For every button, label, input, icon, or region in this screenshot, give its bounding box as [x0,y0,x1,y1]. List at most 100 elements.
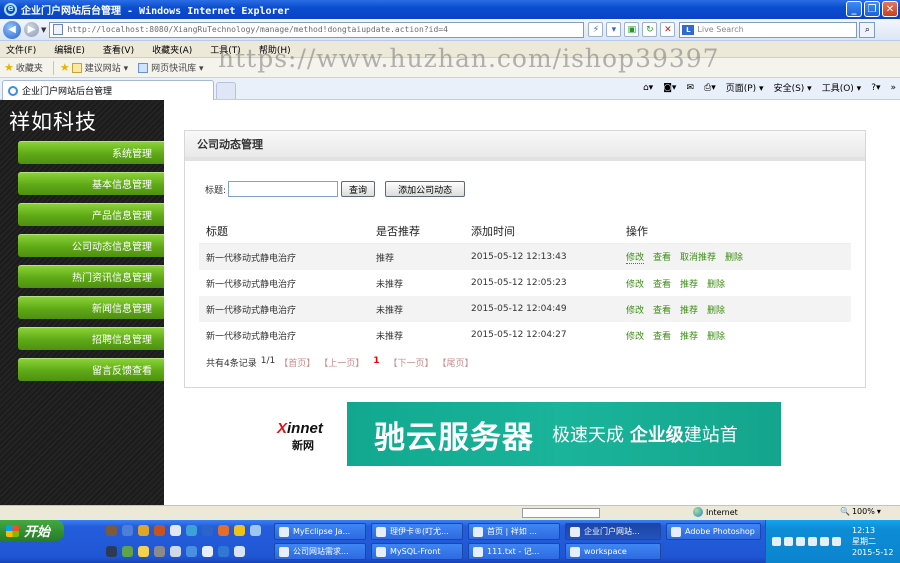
forward-button[interactable]: ▶ [24,22,39,37]
favorites-button[interactable]: ★ 收藏夹 [4,61,43,74]
recommend-toggle-link[interactable]: 推荐 [680,277,698,290]
query-button[interactable]: 查询 [341,181,376,197]
address-bar[interactable]: http://localhost:8080/XiangRuTechnology/… [49,21,585,38]
back-button[interactable]: ◀ [3,20,21,39]
zoom-control[interactable]: 🔍 100% ▾ [840,507,881,516]
tools-menu[interactable]: 工具(O) ▾ [822,81,862,94]
maximize-button[interactable]: ❐ [864,1,880,17]
title-search-input[interactable] [228,181,339,197]
quicklaunch-icon[interactable] [170,525,181,536]
feeds-icon[interactable]: ◙▾ [663,83,676,93]
print-icon[interactable]: ⎙▾ [704,83,716,93]
tray-icon[interactable] [820,537,829,546]
menu-view[interactable]: 查看(V) [103,43,134,56]
address-url[interactable]: http://localhost:8080/XiangRuTechnology/… [67,25,448,34]
sidebar-item-recruitment[interactable]: 招聘信息管理 [18,327,164,350]
tray-icon[interactable] [784,537,793,546]
new-tab-button[interactable] [216,82,236,99]
search-go-icon[interactable]: ⌕ [859,21,876,38]
help-icon[interactable]: ?▾ [871,83,880,93]
last-page-link[interactable]: 【尾页】 [438,356,474,369]
quicklaunch-icon[interactable] [234,546,245,557]
recommend-toggle-link[interactable]: 取消推荐 [680,250,716,264]
sidebar-item-news[interactable]: 新闻信息管理 [18,296,164,319]
history-dropdown-icon[interactable]: ▼ [41,26,46,34]
refresh-icon[interactable]: ↻ [642,22,658,37]
sidebar-item-feedback[interactable]: 留言反馈查看 [18,358,164,381]
more-icon[interactable]: » [890,83,896,93]
minimize-button[interactable]: _ [846,1,862,17]
ad-banner[interactable]: Xinnet 新网 驰云服务器 极速天成 企业级建站首 [277,402,781,466]
task-homepage[interactable]: 首页 | 祥如 ... [468,523,560,540]
quicklaunch-icon[interactable] [202,546,213,557]
address-dropdown-icon[interactable]: ▾ [606,22,622,37]
view-link[interactable]: 查看 [653,329,671,342]
close-window-button[interactable]: ✕ [882,1,898,17]
tray-icon[interactable] [772,537,781,546]
sidebar-item-basic-info[interactable]: 基本信息管理 [18,172,164,195]
ad-body[interactable]: 驰云服务器 极速天成 企业级建站首 [347,402,781,466]
tray-icon[interactable] [832,537,841,546]
tray-icon[interactable] [796,537,805,546]
recommend-toggle-link[interactable]: 推荐 [680,303,698,316]
view-link[interactable]: 查看 [653,277,671,290]
compat-view-icon[interactable]: ⚡ [588,22,604,37]
quicklaunch-icon[interactable] [186,546,197,557]
quicklaunch-icon[interactable] [106,525,117,536]
menu-favorites[interactable]: 收藏夹(A) [152,43,192,56]
menu-edit[interactable]: 编辑(E) [54,43,85,56]
add-favorite-icon[interactable]: ★ [60,61,70,74]
add-news-button[interactable]: 添加公司动态 [385,181,466,197]
edit-link[interactable]: 修改 [626,277,644,290]
quicklaunch-icon[interactable] [122,525,133,536]
search-input[interactable]: L Live Search [679,21,858,38]
task-photoshop[interactable]: Adobe Photoshop [666,523,761,540]
page-menu[interactable]: 页面(P) ▾ [726,81,764,94]
menu-file[interactable]: 文件(F) [6,43,36,56]
start-button[interactable]: 开始 [0,520,64,541]
first-page-link[interactable]: 【首页】 [279,356,315,369]
task-requirements-doc[interactable]: 公司网站需求... [274,543,366,560]
view-link[interactable]: 查看 [653,250,671,264]
quicklaunch-icon[interactable] [218,525,229,536]
edit-link[interactable]: 修改 [626,250,645,264]
quicklaunch-icon[interactable] [186,525,197,536]
tray-clock[interactable]: 12:13 星期二 2015-5-12 [852,525,893,558]
recommend-toggle-link[interactable]: 推荐 [680,329,698,342]
sidebar-item-products[interactable]: 产品信息管理 [18,203,164,226]
delete-link[interactable]: 删除 [725,250,743,264]
safety-menu[interactable]: 安全(S) ▾ [774,81,812,94]
prev-page-link[interactable]: 【上一页】 [319,356,364,369]
edit-link[interactable]: 修改 [626,303,644,316]
task-workspace[interactable]: workspace [565,543,661,560]
task-mysql-front[interactable]: MySQL-Front [371,543,463,560]
delete-link[interactable]: 删除 [707,277,725,290]
delete-link[interactable]: 删除 [707,329,725,342]
tab-current[interactable]: 企业门户网站后台管理 [2,80,214,100]
go-icon[interactable]: ▣ [624,22,640,37]
sidebar-item-hot-info[interactable]: 热门资讯信息管理 [18,265,164,288]
home-icon[interactable]: ⌂▾ [643,83,653,93]
fav-web-slice[interactable]: 网页快讯库 ▾ [138,61,204,74]
tray-icon[interactable] [808,537,817,546]
task-kakao[interactable]: 理伊卡®(叮尤... [371,523,463,540]
quicklaunch-icon[interactable] [250,525,261,536]
task-admin-ie[interactable]: 企业门户网站... [565,523,661,540]
fav-suggested-sites[interactable]: ★ 建议网站 ▾ [60,61,128,74]
security-zone[interactable]: Internet [693,507,738,517]
next-page-link[interactable]: 【下一页】 [389,356,434,369]
sidebar-item-company-news[interactable]: 公司动态信息管理 [18,234,164,257]
quicklaunch-icon[interactable] [170,546,181,557]
edit-link[interactable]: 修改 [626,329,644,342]
quicklaunch-icon[interactable] [154,525,165,536]
task-myeclipse[interactable]: MyEclipse Ja... [274,523,366,540]
delete-link[interactable]: 删除 [707,303,725,316]
quicklaunch-icon[interactable] [138,546,149,557]
view-link[interactable]: 查看 [653,303,671,316]
quicklaunch-icon[interactable] [154,546,165,557]
quicklaunch-icon[interactable] [218,546,229,557]
task-notepad[interactable]: 111.txt - 记... [468,543,560,560]
sidebar-item-system[interactable]: 系统管理 [18,141,164,164]
quicklaunch-icon[interactable] [234,525,245,536]
quicklaunch-icon[interactable] [138,525,149,536]
